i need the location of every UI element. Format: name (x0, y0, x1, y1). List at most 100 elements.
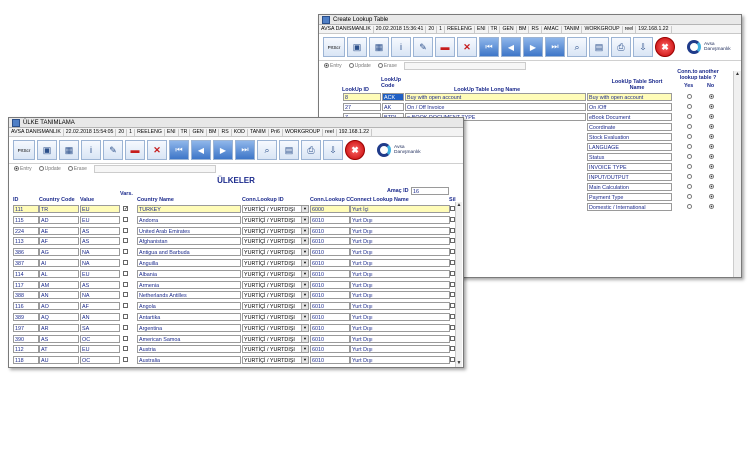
conn-yes-radio[interactable] (687, 94, 692, 99)
conn-yes-radio[interactable] (687, 104, 692, 109)
connect-lookup-name-cell[interactable]: Yurt Dışı (350, 291, 450, 299)
conn-lookup-code-cell[interactable]: 6010 (310, 291, 350, 299)
conn-no-radio[interactable] (709, 194, 714, 199)
country-name-cell[interactable]: Anguilla (137, 259, 241, 267)
value-cell[interactable]: NA (80, 291, 120, 299)
id-cell[interactable]: 112 (13, 345, 39, 353)
vars-checkbox[interactable] (123, 238, 128, 243)
vars-checkbox[interactable] (123, 303, 128, 308)
id-cell[interactable]: 197 (13, 324, 39, 332)
grid-button[interactable]: ▦ (59, 140, 79, 160)
grid-button[interactable]: ▦ (369, 37, 389, 57)
conn-no-radio[interactable] (709, 174, 714, 179)
country-name-cell[interactable]: Albania (137, 270, 241, 278)
value-cell[interactable]: AN (80, 313, 120, 321)
conn-no-radio[interactable] (709, 134, 714, 139)
country-code-cell[interactable]: AL (39, 270, 79, 278)
conn-lookup-select[interactable]: YURTİÇİ / YURTDIŞI ▼ (242, 302, 309, 310)
search-button[interactable]: ⌕ (567, 37, 587, 57)
first-button[interactable]: ⏮ (479, 37, 499, 57)
id-cell[interactable]: 388 (13, 291, 39, 299)
conn-lookup-select[interactable]: YURTİÇİ / YURTDIŞI ▼ (242, 356, 309, 364)
id-cell[interactable]: 390 (13, 335, 39, 343)
country-code-cell[interactable]: AM (39, 281, 79, 289)
conn-yes-radio[interactable] (687, 144, 692, 149)
connect-lookup-name-cell[interactable]: Yurt Dışı (350, 356, 450, 364)
conn-lookup-code-cell[interactable]: 6010 (310, 302, 350, 310)
short-name-cell[interactable]: INPUT/OUTPUT (587, 173, 672, 181)
country-code-cell[interactable]: TR (39, 205, 79, 213)
cancel-button[interactable]: ✕ (457, 37, 477, 57)
prev-button[interactable]: ◀ (501, 37, 521, 57)
conn-lookup-select[interactable]: YURTİÇİ / YURTDIŞI ▼ (242, 291, 309, 299)
connect-lookup-name-cell[interactable]: Yurt Dışı (350, 335, 450, 343)
country-code-cell[interactable]: AQ (39, 313, 79, 321)
connect-lookup-name-cell[interactable]: Yurt Dışı (350, 345, 450, 353)
country-code-cell[interactable]: AO (39, 302, 79, 310)
country-code-cell[interactable]: AD (39, 216, 79, 224)
country-name-cell[interactable]: TURKEY (137, 205, 241, 213)
conn-yes-radio[interactable] (687, 114, 692, 119)
vars-checkbox[interactable] (123, 357, 128, 362)
conn-lookup-code-cell[interactable]: 6000 (310, 205, 350, 213)
conn-lookup-code-cell[interactable]: 6010 (310, 227, 350, 235)
id-cell[interactable]: 117 (13, 281, 39, 289)
value-cell[interactable]: AF (80, 302, 120, 310)
exit-button[interactable]: ✖ (345, 140, 365, 160)
conn-no-radio[interactable] (709, 104, 714, 109)
save-button[interactable]: ▣ (37, 140, 57, 160)
country-name-cell[interactable]: Netherlands Antilles (137, 291, 241, 299)
conn-lookup-select[interactable]: YURTİÇİ / YURTDIŞI ▼ (242, 313, 309, 321)
scroll-down-icon[interactable]: ▼ (456, 360, 462, 367)
conn-no-radio[interactable] (709, 94, 714, 99)
connect-lookup-name-cell[interactable]: Yurt İçi (350, 205, 450, 213)
country-code-cell[interactable]: AI (39, 259, 79, 267)
connect-lookup-name-cell[interactable]: Yurt Dışı (350, 248, 450, 256)
id-cell[interactable]: 115 (13, 216, 39, 224)
mode-entry-radio[interactable]: Entry (324, 63, 342, 69)
vars-checkbox[interactable] (123, 271, 128, 276)
country-name-cell[interactable]: Afghanistan (137, 237, 241, 245)
first-button[interactable]: ⏮ (169, 140, 189, 160)
id-cell[interactable]: 113 (13, 237, 39, 245)
country-name-cell[interactable]: United Arab Emirates (137, 227, 241, 235)
conn-lookup-select[interactable]: YURTİÇİ / YURTDIŞI ▼ (242, 335, 309, 343)
connect-lookup-name-cell[interactable]: Yurt Dışı (350, 281, 450, 289)
connect-lookup-name-cell[interactable]: Yurt Dışı (350, 216, 450, 224)
value-cell[interactable]: EU (80, 345, 120, 353)
connect-lookup-name-cell[interactable]: Yurt Dışı (350, 302, 450, 310)
id-cell[interactable]: 386 (13, 248, 39, 256)
country-name-cell[interactable]: Australia (137, 356, 241, 364)
conn-no-radio[interactable] (709, 204, 714, 209)
country-code-cell[interactable]: AF (39, 237, 79, 245)
scroll-up-icon[interactable]: ▲ (456, 202, 462, 209)
exit-button[interactable]: ✖ (655, 37, 675, 57)
vars-checkbox[interactable] (123, 249, 128, 254)
value-cell[interactable]: OC (80, 356, 120, 364)
conn-yes-radio[interactable] (687, 154, 692, 159)
conn-lookup-select[interactable]: YURTİÇİ / YURTDIŞI ▼ (242, 227, 309, 235)
last-button[interactable]: ⏭ (545, 37, 565, 57)
print-button[interactable]: ⎙ (301, 140, 321, 160)
conn-lookup-code-cell[interactable]: 6010 (310, 313, 350, 321)
short-name-cell[interactable]: Status (587, 153, 672, 161)
value-cell[interactable]: AS (80, 281, 120, 289)
search-button[interactable]: ⌕ (257, 140, 277, 160)
long-name-cell[interactable]: Buy with open account (405, 93, 586, 101)
value-cell[interactable]: AS (80, 227, 120, 235)
conn-no-radio[interactable] (709, 164, 714, 169)
country-code-cell[interactable]: AU (39, 356, 79, 364)
conn-no-radio[interactable] (709, 124, 714, 129)
conn-yes-radio[interactable] (687, 184, 692, 189)
conn-no-radio[interactable] (709, 144, 714, 149)
lookup-code-cell[interactable]: AK (382, 103, 404, 111)
conn-lookup-code-cell[interactable]: 6010 (310, 270, 350, 278)
conn-lookup-select[interactable]: YURTİÇİ / YURTDIŞI ▼ (242, 324, 309, 332)
print-screen-button[interactable]: PrtScr (13, 140, 35, 160)
conn-yes-radio[interactable] (687, 194, 692, 199)
info-button[interactable]: i (81, 140, 101, 160)
short-name-cell[interactable]: LANGUAGE (587, 143, 672, 151)
conn-lookup-code-cell[interactable]: 6010 (310, 237, 350, 245)
next-button[interactable]: ▶ (523, 37, 543, 57)
connect-lookup-name-cell[interactable]: Yurt Dışı (350, 227, 450, 235)
